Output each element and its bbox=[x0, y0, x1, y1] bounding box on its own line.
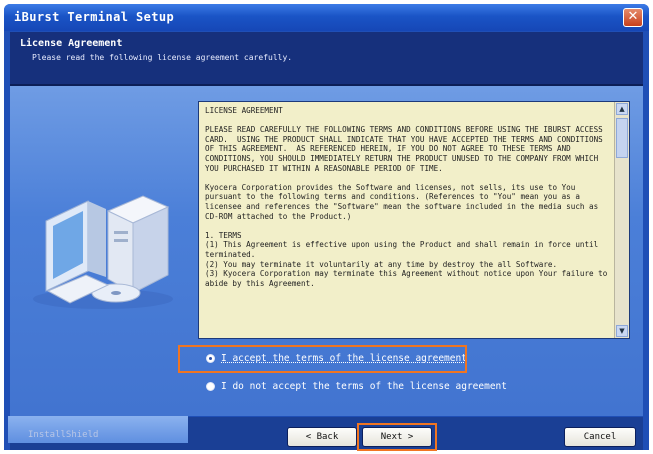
close-icon[interactable]: ✕ bbox=[623, 8, 643, 27]
page-description: Please read the following license agreem… bbox=[32, 53, 293, 62]
accept-highlight-box bbox=[178, 345, 467, 373]
setup-window: iBurst Terminal Setup ✕ License Agreemen… bbox=[4, 4, 649, 450]
cancel-button[interactable]: Cancel bbox=[564, 427, 636, 447]
page-title: License Agreement bbox=[20, 38, 123, 49]
installer-brand: InstallShield bbox=[28, 430, 99, 440]
back-button[interactable]: < Back bbox=[287, 427, 357, 447]
vertical-scrollbar[interactable]: ▲ ▼ bbox=[614, 102, 629, 338]
scroll-thumb[interactable] bbox=[616, 118, 628, 158]
license-text: LICENSE AGREEMENT PLEASE READ CAREFULLY … bbox=[205, 106, 608, 288]
computer-with-cd-icon bbox=[33, 195, 173, 309]
scroll-up-icon[interactable]: ▲ bbox=[616, 103, 628, 115]
license-text-area[interactable]: LICENSE AGREEMENT PLEASE READ CAREFULLY … bbox=[198, 101, 630, 339]
decline-radio[interactable] bbox=[206, 382, 215, 391]
header-panel: License Agreement Please read the follow… bbox=[10, 32, 643, 86]
decline-label[interactable]: I do not accept the terms of the license… bbox=[221, 381, 507, 392]
next-highlight-box bbox=[357, 423, 437, 451]
window-title: iBurst Terminal Setup bbox=[14, 10, 175, 24]
decline-option[interactable]: I do not accept the terms of the license… bbox=[206, 381, 507, 392]
scroll-down-icon[interactable]: ▼ bbox=[616, 325, 628, 337]
title-bar[interactable]: iBurst Terminal Setup ✕ bbox=[4, 4, 649, 31]
